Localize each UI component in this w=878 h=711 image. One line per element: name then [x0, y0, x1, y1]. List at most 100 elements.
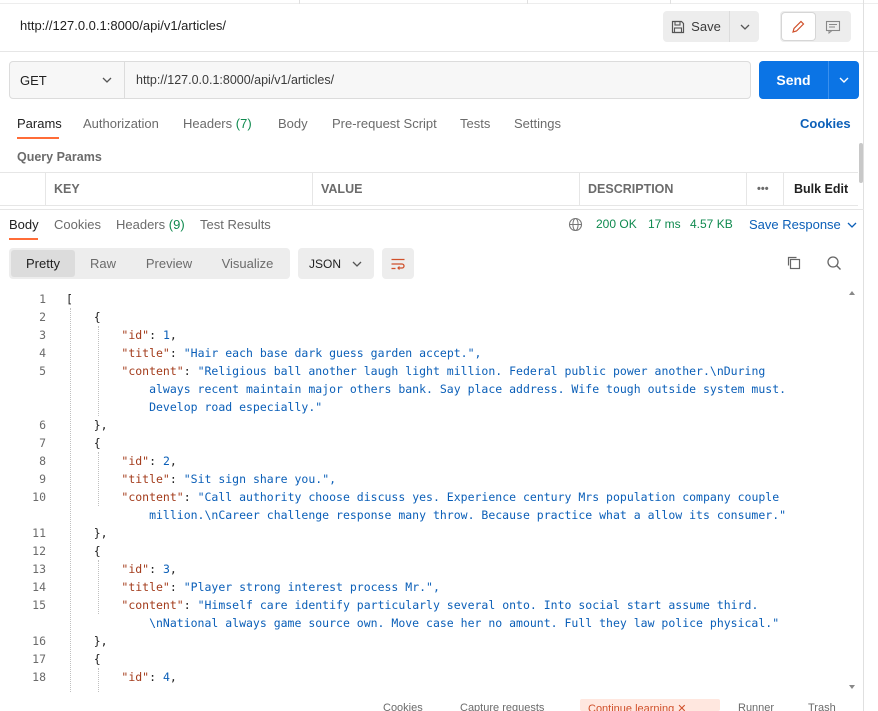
format-preview[interactable]: Preview — [131, 250, 207, 277]
save-response-button[interactable]: Save Response — [749, 217, 857, 232]
code-line: "id": 3, — [121, 562, 177, 576]
code-line: "title": "Sit sign share you.", — [121, 472, 337, 486]
documentation-mode-button[interactable] — [817, 13, 850, 40]
line-number: 16 — [32, 634, 46, 648]
code-line: "title": "Player strong interest process… — [121, 580, 440, 594]
indent-guide — [98, 452, 99, 506]
save-options-button[interactable] — [730, 11, 759, 42]
save-button[interactable]: Save — [663, 11, 730, 42]
line-number: 14 — [32, 580, 46, 594]
chevron-down-icon — [847, 222, 857, 228]
code-line: "content": "Call authority choose discus… — [121, 490, 780, 504]
save-label: Save — [691, 19, 721, 34]
footer-runner[interactable]: Runner — [738, 702, 774, 711]
code-line: { — [66, 544, 101, 558]
send-button[interactable]: Send — [759, 61, 829, 99]
tab-tests[interactable]: Tests — [460, 116, 490, 131]
chevron-down-icon — [352, 261, 362, 267]
resp-tab-headers[interactable]: Headers (9) — [116, 217, 185, 232]
tab-body[interactable]: Body — [278, 116, 308, 131]
line-number: 11 — [32, 526, 46, 540]
indent-guide — [70, 308, 71, 692]
pencil-icon — [792, 20, 805, 33]
response-body-editor[interactable]: 1 [2 {3 "id": 1, 4 "title": "Hair each bas… — [0, 290, 846, 692]
line-number: 18 — [32, 670, 46, 684]
tab-authorization[interactable]: Authorization — [83, 116, 159, 131]
indent-guide — [98, 668, 99, 692]
tab-params[interactable]: Params — [17, 116, 62, 131]
response-size[interactable]: 4.57 KB — [690, 217, 733, 231]
status-bar: Cookies Capture requests Continue learni… — [0, 698, 878, 711]
code-line: \nNational always game source own. Move … — [66, 616, 780, 630]
line-number: 6 — [39, 418, 46, 432]
response-tabs: Body Cookies Headers (9) Test Results 20… — [0, 209, 864, 240]
language-select[interactable]: JSON — [298, 248, 374, 279]
footer-cookies[interactable]: Cookies — [383, 702, 423, 711]
wrap-lines-icon — [391, 258, 405, 270]
footer-capture-requests[interactable]: Capture requests — [460, 702, 544, 711]
method-select[interactable]: GET — [10, 62, 125, 98]
continue-learning-button[interactable]: Continue learning ✕ — [580, 699, 720, 711]
globe-icon[interactable] — [568, 217, 583, 232]
status-badge[interactable]: 200 OK — [596, 217, 637, 231]
code-line: { — [66, 310, 101, 324]
response-time[interactable]: 17 ms — [648, 217, 681, 231]
line-number: 12 — [32, 544, 46, 558]
line-number: 15 — [32, 598, 46, 612]
code-line: }, — [66, 526, 108, 540]
url-input[interactable]: http://127.0.0.1:8000/api/v1/articles/ — [125, 62, 750, 98]
active-response-tab-indicator — [9, 238, 38, 240]
code-line: "id": 2, — [121, 454, 177, 468]
continue-learning-label: Continue learning — [588, 703, 675, 711]
indent-guide — [98, 326, 99, 416]
query-params-title: Query Params — [17, 150, 102, 164]
code-line: "id": 4, — [121, 670, 177, 684]
more-options-button[interactable]: ••• — [747, 173, 784, 205]
code-line: always recent maintain major others bank… — [66, 382, 787, 396]
save-response-label: Save Response — [749, 217, 841, 232]
format-raw[interactable]: Raw — [75, 250, 131, 277]
tab-headers[interactable]: Headers (7) — [183, 116, 252, 131]
bulk-edit-button[interactable]: Bulk Edit — [784, 173, 858, 205]
copy-icon[interactable] — [786, 255, 802, 271]
resp-tab-test-results[interactable]: Test Results — [200, 217, 271, 232]
line-number: 7 — [39, 436, 46, 450]
line-number: 5 — [39, 364, 46, 378]
save-icon — [672, 20, 685, 33]
line-number: 13 — [32, 562, 46, 576]
language-label: JSON — [309, 256, 342, 271]
chevron-down-icon — [839, 77, 849, 83]
line-number: 9 — [39, 472, 46, 486]
format-visualize[interactable]: Visualize — [207, 250, 288, 277]
column-description: DESCRIPTION — [580, 173, 747, 205]
line-number: 4 — [39, 346, 46, 360]
edit-mode-button[interactable] — [782, 13, 815, 40]
code-line: "id": 1, — [121, 328, 177, 342]
resp-tab-body[interactable]: Body — [9, 217, 39, 232]
tab-settings[interactable]: Settings — [514, 116, 561, 131]
chevron-down-icon — [102, 77, 112, 83]
footer-trash[interactable]: Trash — [808, 702, 836, 711]
request-header: http://127.0.0.1:8000/api/v1/articles/ S… — [0, 0, 878, 52]
column-value: VALUE — [313, 173, 580, 205]
pane-divider — [863, 0, 864, 711]
tab-prerequest-script[interactable]: Pre-request Script — [332, 116, 437, 131]
code-line: "content": "Himself care identify partic… — [121, 598, 759, 612]
close-icon[interactable]: ✕ — [677, 703, 686, 711]
format-pretty[interactable]: Pretty — [11, 250, 75, 277]
view-mode-toggle — [780, 11, 851, 42]
code-line: "content": "Religious ball another laugh… — [121, 364, 766, 378]
url-bar: GET http://127.0.0.1:8000/api/v1/article… — [9, 61, 751, 99]
column-key: KEY — [46, 173, 313, 205]
resp-tab-cookies[interactable]: Cookies — [54, 217, 101, 232]
line-number: 1 — [39, 292, 46, 306]
save-group: Save — [663, 11, 759, 42]
search-icon[interactable] — [826, 255, 842, 271]
method-label: GET — [20, 72, 47, 88]
request-title[interactable]: http://127.0.0.1:8000/api/v1/articles/ — [20, 18, 226, 33]
indent-guide — [98, 560, 99, 614]
response-scrollbar[interactable] — [846, 290, 858, 692]
cookies-link[interactable]: Cookies — [800, 116, 851, 131]
wrap-lines-button[interactable] — [382, 248, 414, 279]
send-options-button[interactable] — [829, 61, 859, 99]
